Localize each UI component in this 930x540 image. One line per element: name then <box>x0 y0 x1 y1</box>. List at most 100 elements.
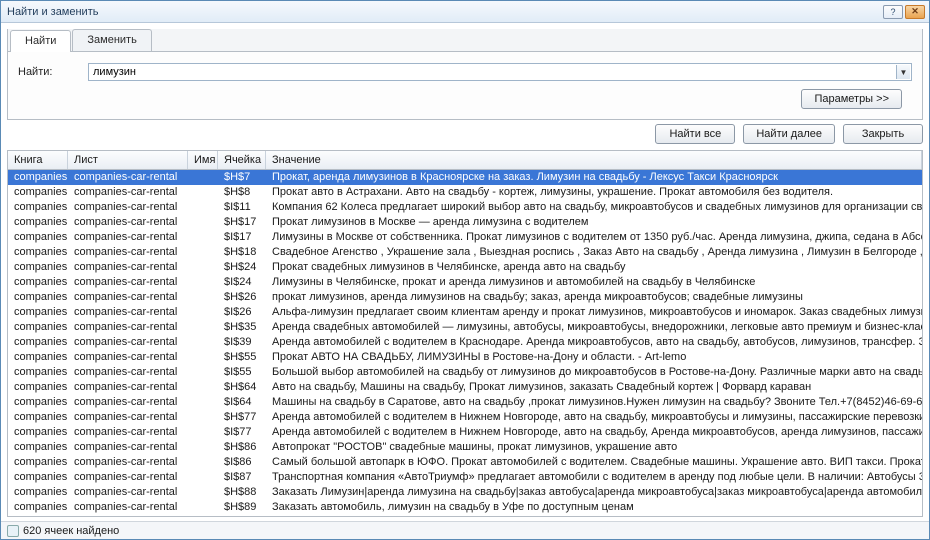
cell-value: Лимузины в Челябинске, прокат и аренда л… <box>266 275 922 290</box>
cell-name <box>188 290 218 305</box>
dialog-content: Найти Заменить Найти: ▼ Параметры >> Най… <box>1 23 929 521</box>
cell-sheet: companies-car-rental <box>68 425 188 440</box>
cell-value: Аренда роскошных автомобилей и лимузинов… <box>266 515 922 516</box>
find-combo: ▼ <box>88 63 912 81</box>
find-next-button[interactable]: Найти далее <box>743 124 835 144</box>
table-row[interactable]: companies...companies-car-rental$I$55Бол… <box>8 365 922 380</box>
col-sheet[interactable]: Лист <box>68 151 188 169</box>
cell-name <box>188 515 218 516</box>
close-window-button[interactable]: ✕ <box>905 5 925 19</box>
cell-book: companies... <box>8 395 68 410</box>
cell-sheet: companies-car-rental <box>68 260 188 275</box>
cell-cell: $I$64 <box>218 395 266 410</box>
cell-name <box>188 410 218 425</box>
cell-cell: $H$88 <box>218 485 266 500</box>
cell-sheet: companies-car-rental <box>68 410 188 425</box>
cell-name <box>188 170 218 185</box>
cell-book: companies... <box>8 515 68 516</box>
cell-cell: $I$17 <box>218 230 266 245</box>
cell-name <box>188 455 218 470</box>
cell-name <box>188 200 218 215</box>
cell-name <box>188 440 218 455</box>
find-all-button[interactable]: Найти все <box>655 124 735 144</box>
cell-value: Свадебное Агенство , Украшение зала , Вы… <box>266 245 922 260</box>
cell-cell: $H$17 <box>218 215 266 230</box>
cell-name <box>188 245 218 260</box>
table-row[interactable]: companies...companies-car-rental$H$26про… <box>8 290 922 305</box>
cell-book: companies... <box>8 245 68 260</box>
cell-value: Аренда автомобилей с водителем в Краснод… <box>266 335 922 350</box>
table-row[interactable]: companies...companies-car-rental$H$86Авт… <box>8 440 922 455</box>
cell-cell: $I$55 <box>218 365 266 380</box>
cell-sheet: companies-car-rental <box>68 515 188 516</box>
table-row[interactable]: companies...companies-car-rental$H$88Зак… <box>8 485 922 500</box>
cell-sheet: companies-car-rental <box>68 290 188 305</box>
cell-value: Прокат, аренда лимузинов в Красноярске н… <box>266 170 922 185</box>
window-title: Найти и заменить <box>7 6 883 18</box>
table-row[interactable]: companies...companies-car-rental$I$39Аре… <box>8 335 922 350</box>
table-row[interactable]: companies...companies-car-rental $I$77Аре… <box>8 425 922 440</box>
cell-book: companies... <box>8 275 68 290</box>
table-row[interactable]: companies...companies-car-rental$I$24Лим… <box>8 275 922 290</box>
cell-sheet: companies-car-rental <box>68 470 188 485</box>
cell-name <box>188 470 218 485</box>
table-row[interactable]: companies...companies-car-rental$H$55Про… <box>8 350 922 365</box>
table-row[interactable]: companies...companies-car-rental$H$17Про… <box>8 215 922 230</box>
table-row[interactable]: companies...companies-car-rental$I$17Лим… <box>8 230 922 245</box>
cell-name <box>188 305 218 320</box>
cell-sheet: companies-car-rental <box>68 485 188 500</box>
cell-book: companies... <box>8 470 68 485</box>
cell-cell: $H$24 <box>218 260 266 275</box>
cell-cell: $I$77 <box>218 425 266 440</box>
cell-sheet: companies-car-rental <box>68 455 188 470</box>
chevron-down-icon[interactable]: ▼ <box>896 65 910 79</box>
help-button[interactable]: ? <box>883 5 903 19</box>
cell-value: Аренда автомобилей с водителем в Нижнем … <box>266 425 922 440</box>
cell-cell: $H$7 <box>218 170 266 185</box>
find-input[interactable] <box>88 63 912 81</box>
options-button[interactable]: Параметры >> <box>801 89 902 109</box>
table-row[interactable]: companies...companies-car-rental$H$7Прок… <box>8 170 922 185</box>
tab-replace[interactable]: Заменить <box>72 29 151 51</box>
cell-value: Заказать автомобиль, лимузин на свадьбу … <box>266 500 922 515</box>
table-row[interactable]: companies...companies-car-rental$H$8Прок… <box>8 185 922 200</box>
cell-sheet: companies-car-rental <box>68 230 188 245</box>
grid-header: Книга Лист Имя Ячейка Значение <box>8 151 922 170</box>
cell-value: Компания 62 Колеса предлагает широкий вы… <box>266 200 922 215</box>
table-row[interactable]: companies...companies-car-rental$H$77Аре… <box>8 410 922 425</box>
cell-book: companies... <box>8 425 68 440</box>
find-row: Найти: ▼ <box>18 63 912 81</box>
table-row[interactable]: companies...companies-car-rental$I$89Аре… <box>8 515 922 516</box>
col-name[interactable]: Имя <box>188 151 218 169</box>
cell-cell: $I$26 <box>218 305 266 320</box>
table-row[interactable]: companies...companies-car-rental$I$26Аль… <box>8 305 922 320</box>
grid-body[interactable]: companies...companies-car-rental$H$7Прок… <box>8 170 922 516</box>
dialog-window: Найти и заменить ? ✕ Найти Заменить Найт… <box>0 0 930 540</box>
cell-sheet: companies-car-rental <box>68 395 188 410</box>
cell-book: companies... <box>8 305 68 320</box>
col-value[interactable]: Значение <box>266 151 922 169</box>
table-row[interactable]: companies...companies-car-rental$H$89Зак… <box>8 500 922 515</box>
cell-value: Прокат АВТО НА СВАДЬБУ, ЛИМУЗИНЫ в Росто… <box>266 350 922 365</box>
table-row[interactable]: companies...companies-car-rental$I$87Тра… <box>8 470 922 485</box>
cell-sheet: companies-car-rental <box>68 215 188 230</box>
col-book[interactable]: Книга <box>8 151 68 169</box>
table-row[interactable]: companies...companies-car-rental$I$64Маш… <box>8 395 922 410</box>
cell-sheet: companies-car-rental <box>68 365 188 380</box>
table-row[interactable]: companies...companies-car-rental$I$86Сам… <box>8 455 922 470</box>
close-button[interactable]: Закрыть <box>843 124 923 144</box>
action-buttons: Найти все Найти далее Закрыть <box>7 120 923 150</box>
table-row[interactable]: companies...companies-car-rental$H$18Сва… <box>8 245 922 260</box>
cell-name <box>188 485 218 500</box>
cell-name <box>188 365 218 380</box>
cell-sheet: companies-car-rental <box>68 245 188 260</box>
table-row[interactable]: companies...companies-car-rental$H$35Аре… <box>8 320 922 335</box>
cell-book: companies... <box>8 185 68 200</box>
table-row[interactable]: companies...companies-car-rental$H$24Про… <box>8 260 922 275</box>
cell-cell: $H$26 <box>218 290 266 305</box>
cell-book: companies... <box>8 260 68 275</box>
table-row[interactable]: companies...companies-car-rental$H$64Авт… <box>8 380 922 395</box>
col-cell[interactable]: Ячейка <box>218 151 266 169</box>
tab-find[interactable]: Найти <box>10 30 71 52</box>
table-row[interactable]: companies...companies-car-rental$I$11Ком… <box>8 200 922 215</box>
